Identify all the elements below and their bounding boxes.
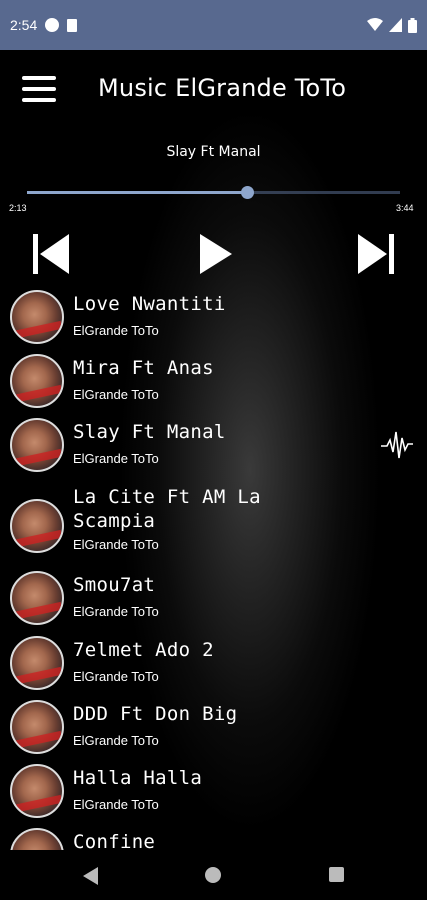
now-playing-title: Slay Ft Manal bbox=[166, 144, 261, 160]
seek-bar-thumb[interactable] bbox=[241, 186, 254, 199]
song-title: 7elmet Ado 2 bbox=[73, 639, 214, 661]
song-title: La Cite Ft AM La Scampia bbox=[73, 486, 261, 532]
album-art-avatar bbox=[10, 499, 64, 553]
song-list-item[interactable]: Confine bbox=[0, 826, 427, 850]
song-artist: ElGrande ToTo bbox=[73, 797, 159, 812]
total-time: 3:44 bbox=[396, 203, 414, 213]
song-artist: ElGrande ToTo bbox=[73, 537, 159, 552]
status-bar: 2:54 bbox=[0, 0, 427, 50]
song-title: Confine bbox=[73, 831, 156, 850]
page-title: Music ElGrande ToTo bbox=[98, 74, 347, 102]
album-art-avatar bbox=[10, 828, 64, 850]
recents-icon[interactable] bbox=[329, 867, 344, 882]
elapsed-time: 2:13 bbox=[9, 203, 27, 213]
song-list-item[interactable]: Love Nwantiti ElGrande ToTo bbox=[0, 288, 427, 352]
signal-icon bbox=[389, 18, 402, 32]
album-art-avatar bbox=[10, 571, 64, 625]
wifi-icon bbox=[367, 18, 383, 31]
album-art-avatar bbox=[10, 418, 64, 472]
song-title: Love Nwantiti bbox=[73, 293, 226, 315]
song-title: Mira Ft Anas bbox=[73, 357, 214, 379]
play-icon[interactable] bbox=[196, 232, 236, 276]
skip-next-icon[interactable] bbox=[356, 232, 396, 276]
hamburger-menu-icon[interactable] bbox=[22, 76, 56, 102]
system-nav-bar bbox=[0, 850, 427, 900]
album-art-avatar bbox=[10, 354, 64, 408]
album-art-avatar bbox=[10, 290, 64, 344]
audio-wave-icon bbox=[381, 431, 413, 459]
song-list-item[interactable]: Slay Ft Manal ElGrande ToTo bbox=[0, 416, 427, 480]
album-art-avatar bbox=[10, 636, 64, 690]
song-list-item[interactable]: Mira Ft Anas ElGrande ToTo bbox=[0, 352, 427, 416]
status-time: 2:54 bbox=[10, 17, 38, 33]
seek-bar-progress bbox=[27, 191, 247, 194]
album-art-avatar bbox=[10, 700, 64, 754]
skip-previous-icon[interactable] bbox=[31, 232, 71, 276]
toolbar: Music ElGrande ToTo bbox=[0, 50, 427, 128]
song-artist: ElGrande ToTo bbox=[73, 733, 159, 748]
song-title: DDD Ft Don Big bbox=[73, 703, 238, 725]
back-icon[interactable] bbox=[83, 867, 99, 885]
song-artist: ElGrande ToTo bbox=[73, 323, 159, 338]
song-artist: ElGrande ToTo bbox=[73, 669, 159, 684]
app-screen: Music ElGrande ToTo Slay Ft Manal 2:13 3… bbox=[0, 50, 427, 850]
home-icon[interactable] bbox=[205, 867, 221, 883]
song-list-item[interactable]: Halla Halla ElGrande ToTo bbox=[0, 762, 427, 826]
sd-card-icon bbox=[67, 18, 78, 32]
song-list-item[interactable]: 7elmet Ado 2 ElGrande ToTo bbox=[0, 634, 427, 698]
song-artist: ElGrande ToTo bbox=[73, 451, 159, 466]
battery-icon bbox=[408, 17, 417, 33]
song-list-item[interactable]: DDD Ft Don Big ElGrande ToTo bbox=[0, 698, 427, 762]
song-artist: ElGrande ToTo bbox=[73, 387, 159, 402]
song-title: Smou7at bbox=[73, 574, 156, 596]
song-list-item[interactable]: La Cite Ft AM La Scampia ElGrande ToTo bbox=[0, 481, 427, 553]
song-list-item[interactable]: Smou7at ElGrande ToTo bbox=[0, 569, 427, 633]
song-title: Halla Halla bbox=[73, 767, 203, 789]
album-art-avatar bbox=[10, 764, 64, 818]
song-title: Slay Ft Manal bbox=[73, 421, 226, 443]
lock-circle-icon bbox=[45, 18, 60, 32]
song-artist: ElGrande ToTo bbox=[73, 604, 159, 619]
